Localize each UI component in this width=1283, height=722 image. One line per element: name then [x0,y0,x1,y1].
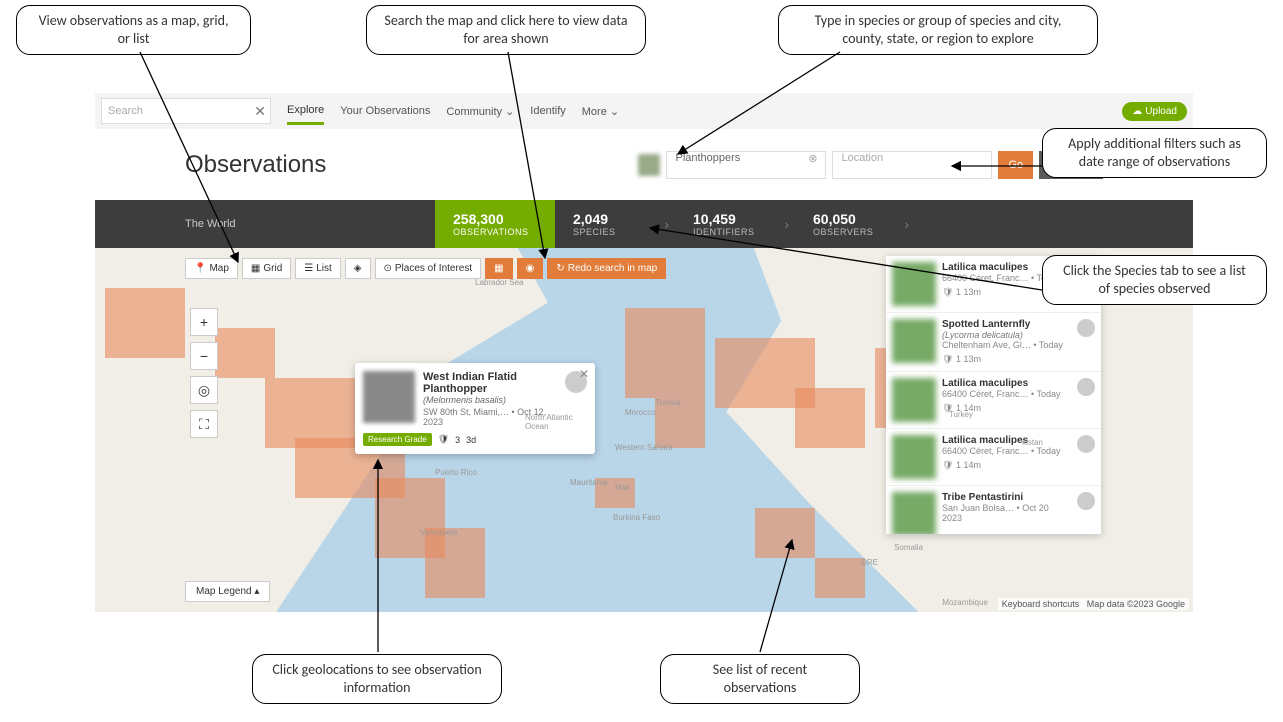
list-item[interactable]: Tribe Pentastirini San Juan Bolsa… • Oct… [886,486,1101,534]
map-toolbar: 📍 Map ▦ Grid ☰ List ◈ ⊙ Places of Intere… [185,258,666,279]
view-grid-button[interactable]: ▦ Grid [242,258,291,279]
places-button[interactable]: ⊙ Places of Interest [375,258,482,279]
popup-thumb[interactable] [363,371,415,423]
map-label: Somalia [894,543,923,552]
map-label: Tunisia [655,398,681,407]
redo-search-button[interactable]: ↻ Redo search in map [547,258,666,279]
popup-species-name[interactable]: West Indian Flatid Planthopper [423,371,557,395]
map-label: Burkina Faso [613,513,660,522]
user-avatar[interactable] [1077,492,1095,510]
zoom-out-button[interactable]: − [190,342,218,370]
obs-thumb [892,378,936,422]
locate-button[interactable]: ◎ [190,376,218,404]
map-label: Morocco [625,408,656,417]
map-label: Puerto Rico [435,468,477,477]
annotation: Click geolocations to see observation in… [252,654,502,704]
map-label: North Atlantic Ocean [525,413,575,431]
nav-your-obs[interactable]: Your Observations [340,105,430,117]
annotation: View observations as a map, grid, or lis… [16,5,251,55]
nav-community[interactable]: Community ⌄ [446,105,514,118]
view-list-button[interactable]: ☰ List [295,258,341,279]
map-label: Mozambique [942,598,988,607]
fullscreen-button[interactable]: ⛶ [190,410,218,438]
annotation: Type in species or group of species and … [778,5,1098,55]
map-label: DRE [861,558,878,567]
tab-species[interactable]: 2,049 SPECIES › [555,200,675,248]
nav-items: Explore Your Observations Community ⌄ Id… [287,104,619,119]
user-avatar[interactable] [1077,319,1095,337]
tab-identifiers[interactable]: 10,459 IDENTIFIERS › [675,200,795,248]
species-input[interactable]: Planthoppers ⊗ [666,151,826,179]
list-item[interactable]: Spotted Lanternfly (Lycorma delicatula) … [886,313,1101,372]
nav-explore[interactable]: Explore [287,104,324,125]
list-item[interactable]: Latilica maculipes 66400 Céret, Franc… •… [886,372,1101,429]
obs-thumb [892,262,936,306]
chevron-right-icon: › [664,216,669,232]
map-label: Turkey [949,410,973,419]
user-avatar[interactable] [1077,435,1095,453]
view-map-button[interactable]: 📍 Map [185,258,238,279]
nav-identify[interactable]: Identify [530,105,565,117]
stats-location: The World [95,200,435,248]
map-label: Mali [615,483,630,492]
obs-thumb [892,435,936,479]
global-search[interactable]: Search ✕ [101,98,271,124]
tab-observers[interactable]: 60,050 OBSERVERS › [795,200,915,248]
filter-bar: Observations Planthoppers ⊗ Location Go … [95,140,1193,190]
zoom-in-button[interactable]: + [190,308,218,336]
annotation: Apply additional filters such as date ra… [1042,128,1267,178]
clear-icon[interactable]: ✕ [254,103,266,120]
tab-observations[interactable]: 258,300 OBSERVATIONS [435,200,555,248]
map-attribution: Keyboard shortcuts Map data ©2023 Google [998,598,1189,610]
chevron-right-icon: › [784,216,789,232]
filter-controls: Planthoppers ⊗ Location Go ☰ Filters [638,151,1103,179]
close-icon[interactable]: ✕ [579,367,589,381]
upload-button[interactable]: ☁ Upload [1122,102,1187,121]
map-label: kistan [1022,438,1043,447]
map-label: Venezuela [420,528,457,537]
map-label: Labrador Sea [475,278,523,287]
map-label: Western Sahara [615,443,673,452]
annotation: Search the map and click here to view da… [366,5,646,55]
annotation: Click the Species tab to see a list of s… [1042,255,1267,305]
list-item[interactable]: Latilica maculipes 66400 Céret, Franc… •… [886,429,1101,486]
search-placeholder: Search [108,105,143,117]
page-title: Observations [185,151,326,179]
user-avatar[interactable] [1077,378,1095,396]
top-nav: Search ✕ Explore Your Observations Commu… [95,93,1193,129]
research-grade-badge: Research Grade [363,433,432,446]
map-label: Mauritania [570,478,607,487]
annotation: See list of recent observations [660,654,860,704]
observation-popup: ✕ West Indian Flatid Planthopper (Melorm… [355,363,595,454]
map-style-points-button[interactable]: ◉ [517,258,544,279]
cloud-icon: ☁ [1132,106,1142,117]
chevron-right-icon: › [904,216,909,232]
nav-more[interactable]: More ⌄ [582,105,619,118]
layers-button[interactable]: ◈ [345,258,371,279]
stats-bar: The World 258,300 OBSERVATIONS 2,049 SPE… [95,200,1193,248]
map-zoom-controls: + − ◎ ⛶ [190,308,218,438]
go-button[interactable]: Go [998,151,1033,179]
shield-icon: 🛡 [438,434,449,445]
location-input[interactable]: Location [832,151,992,179]
map-style-grid-button[interactable]: ▦ [485,258,512,279]
obs-thumb [892,492,936,534]
taxon-thumb [638,154,660,176]
obs-thumb [892,319,936,363]
map-area[interactable]: 📍 Map ▦ Grid ☰ List ◈ ⊙ Places of Intere… [95,248,1193,612]
popup-sci-name: (Melormenis basalis) [423,395,557,405]
map-legend-button[interactable]: Map Legend ▴ [185,581,270,602]
